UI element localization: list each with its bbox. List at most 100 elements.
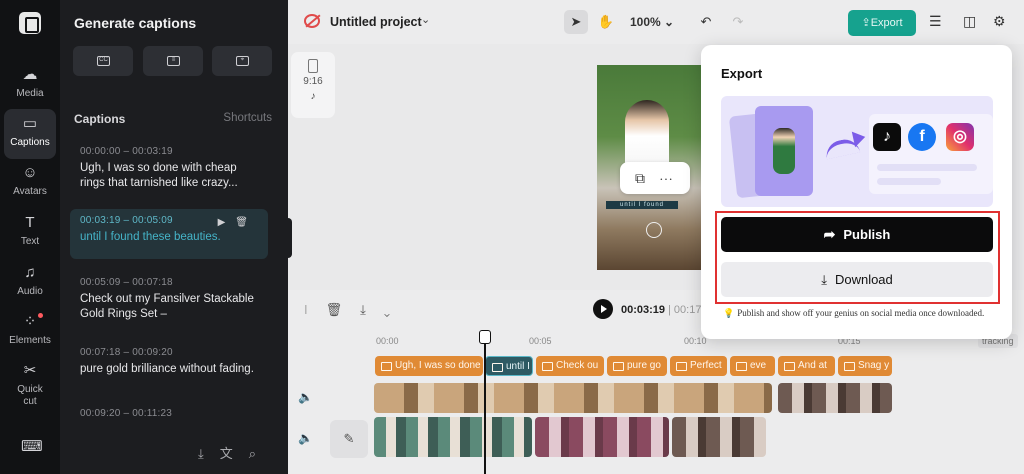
rail-item-avatars[interactable]: ☺ Avatars [4, 158, 56, 208]
rail-item-elements[interactable]: ⁘ Elements [4, 307, 56, 357]
download-button[interactable]: ⤓ Download [721, 262, 993, 297]
playhead[interactable] [479, 330, 491, 474]
export-button[interactable]: ⇪Export [848, 10, 916, 36]
shortcuts-link[interactable]: Shortcuts [223, 112, 272, 124]
cloud-upload-icon: ☁ [22, 66, 38, 83]
publish-button[interactable]: ➦ Publish [721, 217, 993, 252]
panel-footer-tools: ⤓文⌕ [198, 443, 272, 462]
layout-icon[interactable]: ◫ [963, 13, 976, 30]
avatar-icon: ☺ [22, 164, 38, 181]
banner-card [755, 106, 813, 196]
tiktok-icon: ♪ [873, 123, 901, 151]
cc-button[interactable]: CC [73, 46, 133, 76]
video-track-clip[interactable] [374, 383, 772, 413]
caption-time: 00:00:00 – 00:03:19 [80, 146, 173, 157]
select-tool-button[interactable]: ➤ [564, 10, 588, 34]
caption-clip-selected[interactable]: until I fo [485, 356, 533, 376]
settings-icon[interactable]: ⚙ [993, 13, 1006, 30]
caption-item[interactable]: 00:00:00 – 00:03:19 Ugh, I was so done w… [70, 140, 268, 197]
rail-item-media[interactable]: ☁ Media [4, 60, 56, 110]
caption-time: 00:07:18 – 00:09:20 [80, 347, 173, 358]
redo-button[interactable]: ↷ [728, 10, 748, 34]
rail-item-audio[interactable]: ♫ Audio [4, 258, 56, 308]
search-replace-icon[interactable]: ⌕ [249, 446, 272, 461]
layers-icon[interactable]: ☰ [929, 13, 942, 30]
subtitle-style-button[interactable]: ≡ [143, 46, 203, 76]
caption-clip[interactable]: Ugh, I was so done [375, 356, 483, 376]
caption-clip[interactable]: Perfect [670, 356, 727, 376]
left-rail: ☁ Media ▭ Captions ☺ Avatars T Text ♫ Au… [0, 0, 60, 474]
export-hint: 💡 Publish and show off your genius on soc… [723, 308, 984, 319]
rail-item-keyboard[interactable]: ⌨ [4, 432, 56, 462]
speaker-icon[interactable]: 🔈 [298, 390, 313, 404]
app-logo[interactable] [19, 12, 41, 34]
speaker-icon[interactable]: 🔈 [298, 431, 313, 445]
video-caption-overlay[interactable]: until I found [606, 201, 678, 209]
caption-item[interactable]: 00:09:20 – 00:11:23 [70, 402, 268, 429]
zoom-level[interactable]: 100% ⌄ [630, 15, 674, 29]
download-icon[interactable]: ⤓⌄ [360, 302, 408, 317]
caption-text[interactable]: pure gold brilliance without fading. [80, 362, 258, 377]
auto-caption-button[interactable]: ⌖ [212, 46, 272, 76]
rail-item-label: Captions [10, 137, 50, 148]
ruler-tick: 00:00 [376, 336, 399, 346]
scan-icon: ⌖ [236, 56, 249, 66]
chevron-down-icon[interactable]: ⌄ [421, 13, 430, 26]
caption-time: 00:09:20 – 00:11:23 [80, 408, 173, 419]
share-arrow-icon: ➦ [823, 226, 836, 242]
caption-text[interactable]: Ugh, I was so done with cheap rings that… [80, 161, 258, 191]
play-button[interactable] [593, 299, 613, 319]
aspect-ratio-label: 9:16 [303, 76, 323, 87]
rail-item-label: Avatars [13, 186, 47, 197]
instagram-icon: ◎ [946, 123, 974, 151]
caption-clip[interactable]: Snag y [838, 356, 892, 376]
video-track-clip[interactable] [535, 417, 669, 457]
rail-item-quick-cut[interactable]: ✂ Quick cut [4, 356, 56, 412]
trash-icon[interactable]: 🗑 [326, 302, 361, 317]
aspect-ratio-card[interactable]: 9:16 ♪ [291, 52, 335, 118]
download-label: Download [834, 272, 893, 287]
translate-icon[interactable]: 文 [220, 446, 249, 461]
video-track-clip[interactable] [778, 383, 892, 413]
hand-tool-button[interactable]: ✋ [594, 10, 618, 34]
tiktok-icon: ♪ [310, 91, 316, 102]
rail-item-label: Audio [17, 286, 43, 297]
video-track-clip[interactable] [374, 417, 532, 457]
export-title: Export [721, 66, 763, 81]
caption-item[interactable]: 00:07:18 – 00:09:20 pure gold brilliance… [70, 341, 268, 383]
download-icon[interactable]: ⤓ [198, 446, 220, 461]
panel-collapse-handle[interactable] [284, 218, 292, 258]
video-track-clip[interactable] [672, 417, 766, 457]
placeholder-bar [877, 164, 977, 171]
rail-item-label: Media [16, 88, 44, 99]
caption-clip[interactable]: And at [778, 356, 835, 376]
caption-clip[interactable]: pure go [607, 356, 667, 376]
rail-item-text[interactable]: T Text [4, 208, 56, 258]
rail-item-captions[interactable]: ▭ Captions [4, 109, 56, 159]
project-name[interactable]: Untitled project [330, 15, 422, 29]
ruler-tick: 00:05 [529, 336, 552, 346]
video-context-menu: ⧉⋯ [620, 162, 690, 194]
edit-cover-button[interactable]: ✎ [330, 420, 368, 458]
caption-item-active[interactable]: ▶🗑 00:03:19 – 00:05:09 until I found the… [70, 209, 268, 259]
hint-text: Publish and show off your genius on soci… [737, 308, 985, 318]
caption-clip[interactable]: Check ou [536, 356, 604, 376]
caption-text[interactable]: Check out my Fansilver Stackable Gold Ri… [80, 292, 258, 322]
top-bar: Untitled project ⌄ ➤ ✋ 100% ⌄ ↶ ↷ ⇪Expor… [288, 0, 1024, 44]
more-icon[interactable]: ⋯ [659, 170, 687, 186]
caption-item[interactable]: 00:05:09 – 00:07:18 Check out my Fansilv… [70, 271, 268, 328]
caption-clip[interactable]: eve [730, 356, 775, 376]
rail-item-label: Text [20, 236, 40, 247]
audio-icon: ♫ [24, 264, 36, 281]
download-icon: ⤓ [821, 272, 827, 287]
split-icon[interactable]: I [304, 302, 326, 317]
notification-dot [38, 313, 43, 318]
rotate-handle-icon[interactable] [646, 222, 662, 238]
cc-icon: CC [97, 56, 110, 66]
caption-time: 00:05:09 – 00:07:18 [80, 277, 173, 288]
play-icon[interactable]: ▶ [218, 217, 236, 228]
caption-text[interactable]: until I found these beauties. [80, 230, 258, 245]
trash-icon[interactable]: 🗑 [235, 217, 258, 228]
undo-button[interactable]: ↶ [696, 10, 716, 34]
duplicate-icon[interactable]: ⧉ [635, 170, 659, 186]
